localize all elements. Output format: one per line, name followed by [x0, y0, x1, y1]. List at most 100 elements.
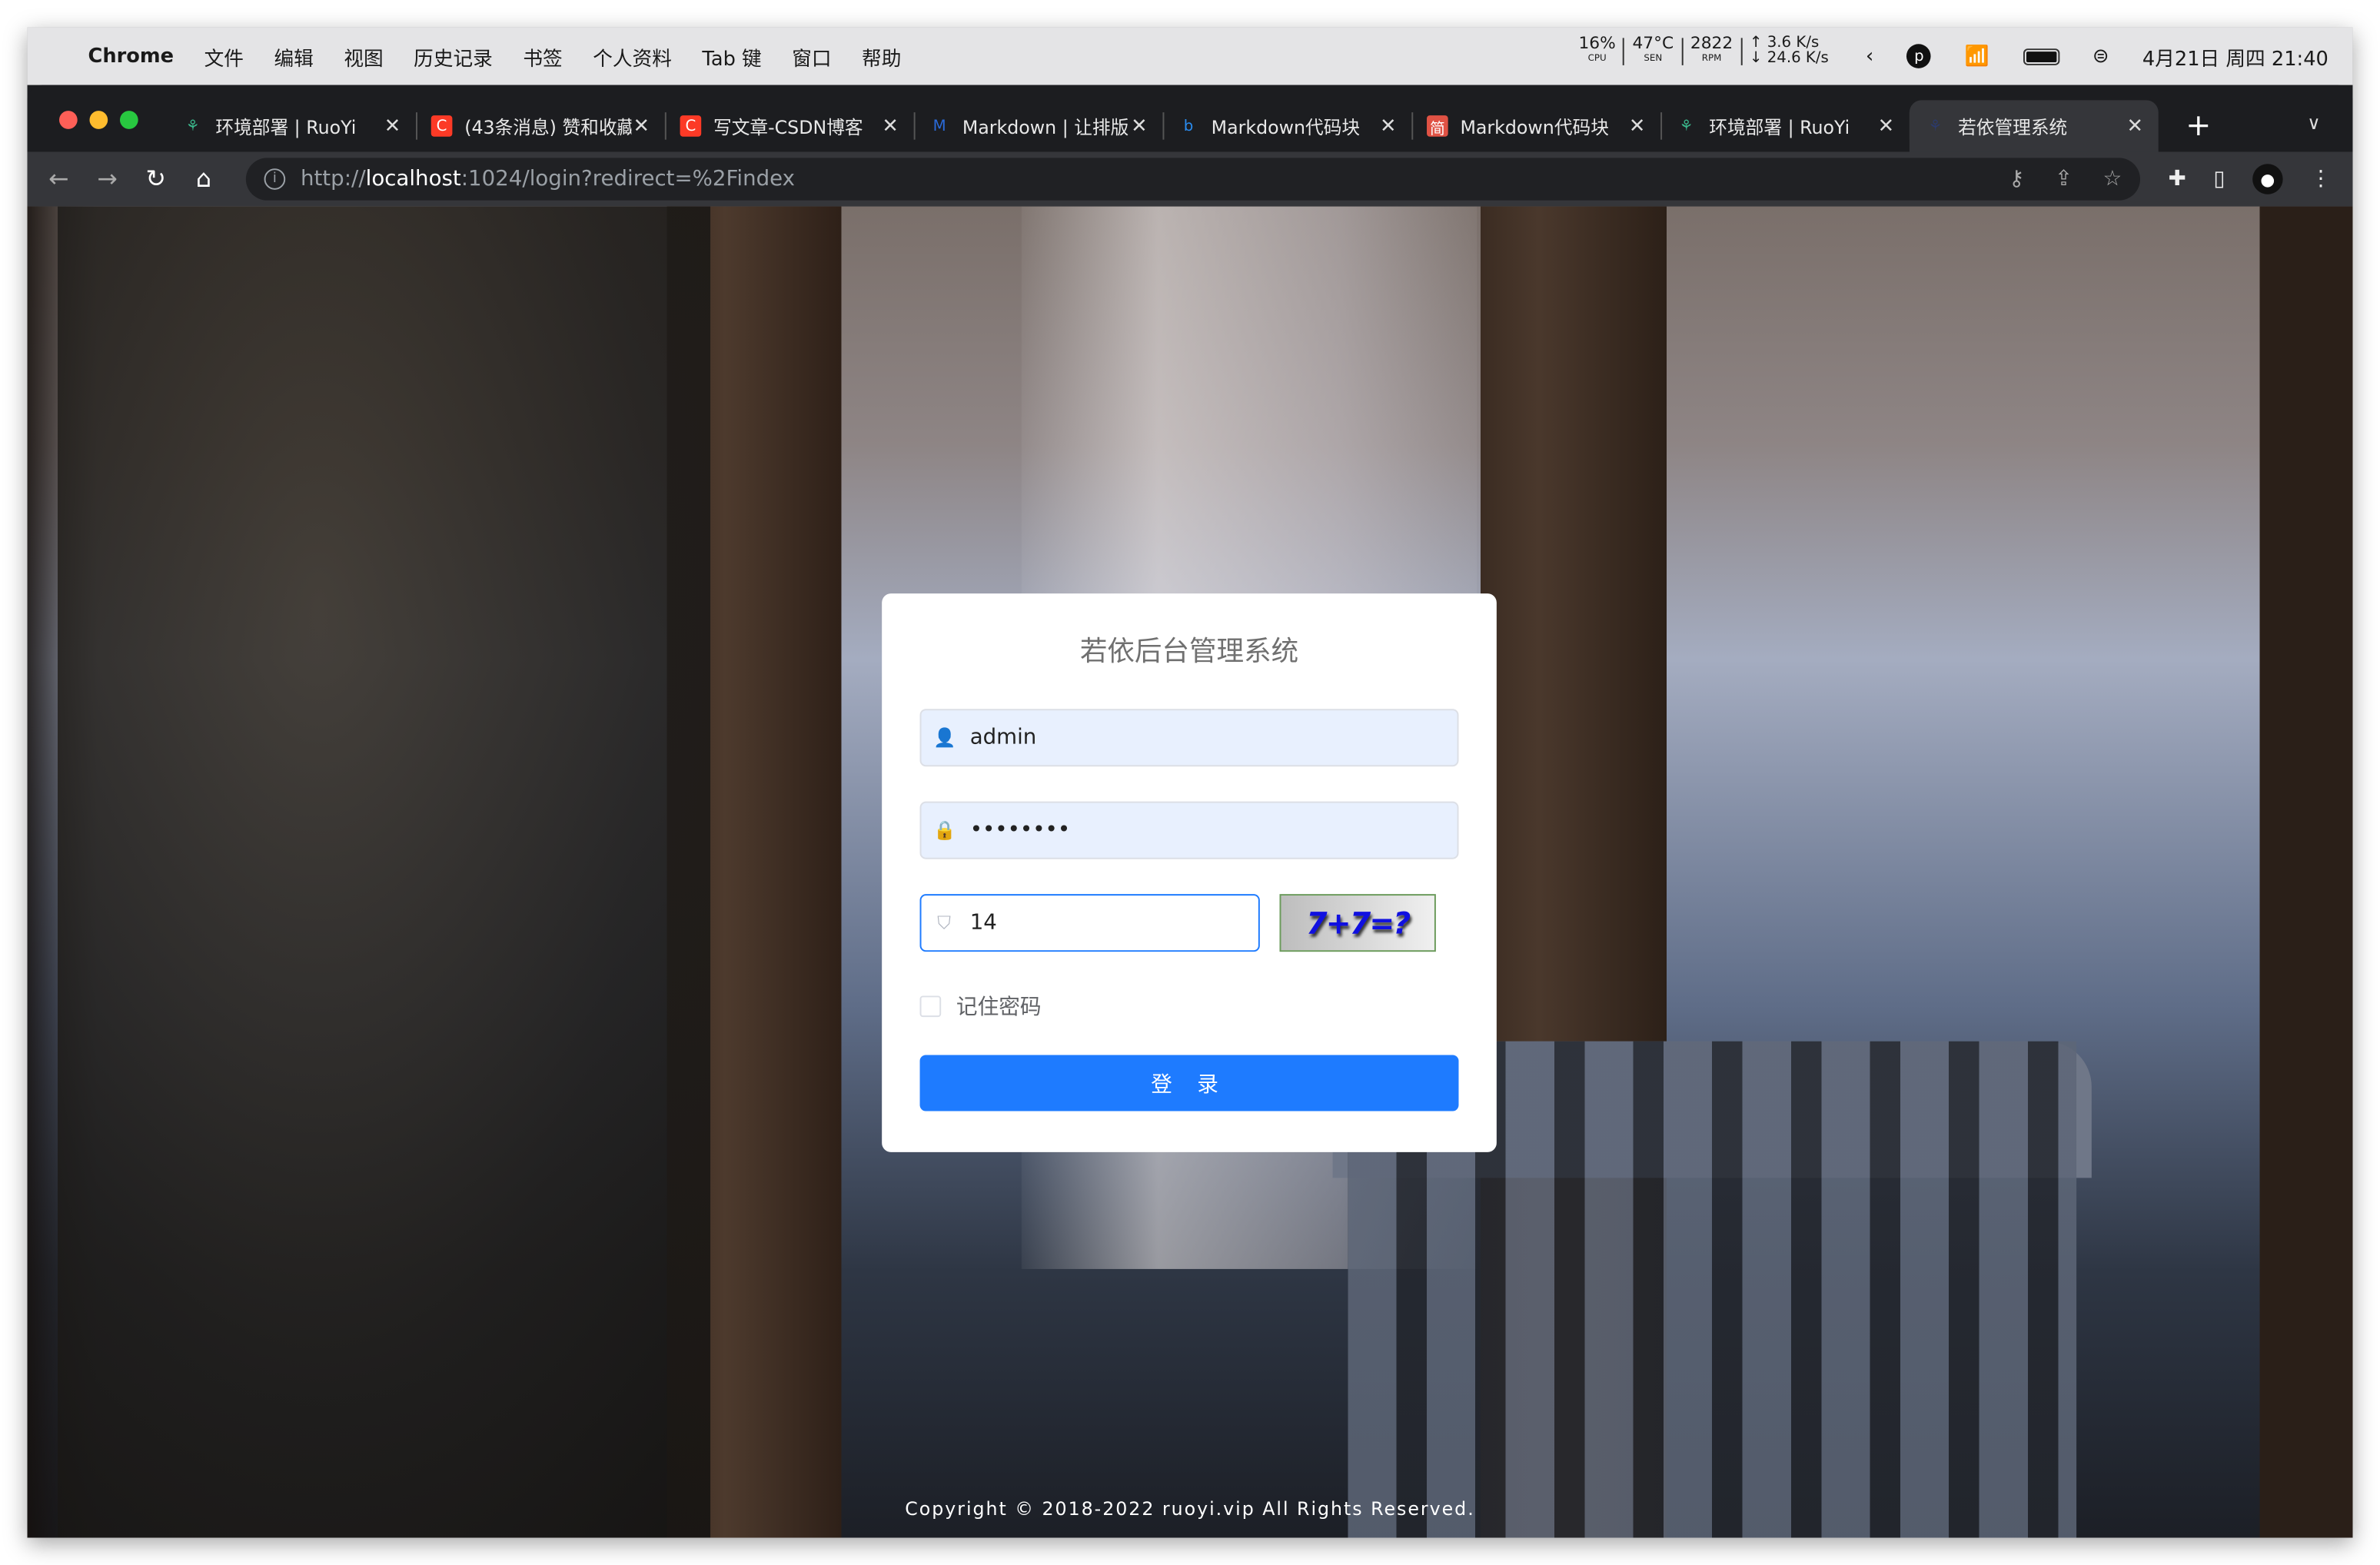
- wifi-icon[interactable]: 📶: [1965, 45, 1989, 68]
- tab-6[interactable]: ⚘ 环境部署 | RuoYi ✕: [1660, 100, 1911, 151]
- cpu-value: 16%: [1578, 33, 1616, 54]
- site-info-icon[interactable]: i: [264, 168, 286, 190]
- menu-tab[interactable]: Tab 键: [702, 42, 761, 71]
- tab-title: Markdown | 让排版: [962, 116, 1129, 138]
- login-page: 若依后台管理系统 👤 admin 🔒 •••••••• ⛉ 14 7+7=? 记住密码…: [27, 206, 2353, 1538]
- home-button[interactable]: ⌂: [196, 164, 211, 193]
- remember-label: 记住密码: [956, 995, 1042, 1021]
- net-down: ↓ 24.6 K/s: [1749, 50, 1829, 67]
- url-host: localhost: [365, 167, 461, 191]
- remember-password[interactable]: 记住密码: [919, 992, 1042, 1022]
- captcha-image[interactable]: 7+7=?: [1279, 894, 1436, 952]
- menu-window[interactable]: 窗口: [792, 42, 831, 71]
- more-menu-icon[interactable]: ⋮: [2310, 167, 2332, 191]
- menu-help[interactable]: 帮助: [862, 42, 901, 71]
- divider: [1740, 38, 1743, 65]
- menu-view[interactable]: 视图: [344, 42, 383, 71]
- login-button[interactable]: 登 录: [919, 1055, 1459, 1111]
- tab-1[interactable]: C (43条消息) 赞和收藏 ✕: [416, 100, 666, 151]
- star-icon[interactable]: ☆: [2103, 167, 2122, 191]
- user-icon: 👤: [933, 726, 956, 749]
- captcha-input[interactable]: ⛉ 14: [919, 894, 1260, 952]
- password-input[interactable]: 🔒 ••••••••: [919, 801, 1459, 859]
- password-value: ••••••••: [969, 818, 1071, 843]
- ruoyi-leaf-icon: ⚘: [185, 118, 200, 135]
- tab-title: Markdown代码块: [1460, 116, 1609, 138]
- close-tab-icon[interactable]: ✕: [1131, 115, 1148, 138]
- tab-title: 若依管理系统: [1958, 116, 2068, 138]
- tab-7[interactable]: ⚘ 若依管理系统 ✕: [1909, 100, 2159, 152]
- tab-2[interactable]: C 写文章-CSDN博客 ✕: [665, 100, 916, 151]
- menu-app-chrome[interactable]: Chrome: [88, 45, 175, 68]
- username-input[interactable]: 👤 admin: [919, 709, 1459, 767]
- shield-check-icon: ⛉: [937, 911, 952, 933]
- menu-history[interactable]: 历史记录: [414, 42, 493, 71]
- menu-edit[interactable]: 编辑: [274, 42, 313, 71]
- login-form: 若依后台管理系统 👤 admin 🔒 •••••••• ⛉ 14 7+7=? 记住密码…: [882, 593, 1497, 1152]
- tab-5[interactable]: 简 Markdown代码块 ✕: [1411, 100, 1663, 151]
- tab-strip: ⚘ 环境部署 | RuoYi ✕ C (43条消息) 赞和收藏 ✕ C 写文章-CSDN博客 ✕…: [27, 85, 2353, 152]
- clock[interactable]: 4月21日 周四 21:40: [2142, 42, 2328, 71]
- menu-bookmarks[interactable]: 书签: [523, 42, 562, 71]
- control-center-icon[interactable]: ⊜: [2092, 45, 2109, 68]
- menu-profiles[interactable]: 个人资料: [593, 42, 672, 71]
- tab-title: 环境部署 | RuoYi: [1709, 116, 1850, 138]
- side-panel-icon[interactable]: ▯: [2213, 167, 2225, 191]
- captcha-value: 14: [969, 910, 997, 935]
- tab-3[interactable]: M Markdown | 让排版 ✕: [914, 100, 1165, 151]
- login-title: 若依后台管理系统: [1079, 636, 1299, 668]
- tab-0[interactable]: ⚘ 环境部署 | RuoYi ✕: [167, 100, 417, 151]
- divider: [1681, 38, 1683, 65]
- new-tab-button[interactable]: +: [2186, 106, 2211, 142]
- tab-4[interactable]: b Markdown代码块 ✕: [1162, 100, 1414, 151]
- back-button[interactable]: ←: [48, 164, 68, 193]
- close-window-button[interactable]: [59, 111, 78, 129]
- menu-file[interactable]: 文件: [204, 42, 244, 71]
- username-value: admin: [969, 725, 1037, 750]
- share-icon[interactable]: ⇪: [2055, 167, 2073, 191]
- csdn-c-icon: C: [430, 115, 453, 137]
- ruoyi-leaf-icon: ⚘: [1679, 118, 1694, 135]
- key-icon[interactable]: ⚷: [2009, 167, 2024, 191]
- forward-button[interactable]: →: [97, 164, 117, 193]
- tab-title: 环境部署 | RuoYi: [215, 116, 357, 138]
- chevron-left-icon[interactable]: ‹: [1866, 45, 1873, 68]
- temp-label: SEN: [1644, 53, 1663, 64]
- network-stat: ↑ 3.6 K/s ↓ 24.6 K/s: [1749, 35, 1829, 67]
- close-tab-icon[interactable]: ✕: [1878, 115, 1895, 138]
- extensions-icon[interactable]: ✚: [2169, 167, 2186, 191]
- fan-label: RPM: [1701, 53, 1722, 64]
- address-bar[interactable]: i http://localhost:1024/login?redirect=%…: [245, 158, 2141, 201]
- background-image: [58, 206, 711, 1538]
- close-tab-icon[interactable]: ✕: [633, 115, 650, 138]
- system-stats[interactable]: 16% CPU 47°C SEN 2822 RPM ↑ 3.6 K/s ↓ 24.6 K…: [1578, 33, 1829, 67]
- close-tab-icon[interactable]: ✕: [2126, 115, 2143, 138]
- copyright-footer: Copyright © 2018-2022 ruoyi.vip All Righ…: [905, 1498, 1475, 1520]
- url-scheme: http://: [300, 167, 366, 191]
- remember-checkbox[interactable]: [919, 995, 942, 1018]
- csdn-c-icon: C: [680, 115, 702, 137]
- tab-search-chevron-icon[interactable]: ∨: [2307, 112, 2320, 134]
- jianshu-icon: 简: [1427, 115, 1448, 138]
- battery-icon[interactable]: [2023, 48, 2059, 65]
- window-controls: [59, 111, 138, 129]
- close-tab-icon[interactable]: ✕: [882, 115, 899, 138]
- markdown-m-icon: M: [932, 118, 946, 135]
- ruoyi-leaf-icon: ⚘: [1928, 118, 1943, 135]
- mac-menubar: Chrome 文件 编辑 视图 历史记录 书签 个人资料 Tab 键 窗口 帮助…: [27, 27, 2353, 85]
- temp-stat: 47°C SEN: [1632, 35, 1674, 66]
- minimize-window-button[interactable]: [89, 111, 108, 129]
- close-tab-icon[interactable]: ✕: [1629, 115, 1646, 138]
- fan-value: 2822: [1690, 33, 1733, 54]
- profile-avatar-icon[interactable]: ●: [2252, 164, 2283, 194]
- close-tab-icon[interactable]: ✕: [384, 115, 401, 138]
- divider: [1623, 38, 1625, 65]
- close-tab-icon[interactable]: ✕: [1380, 115, 1397, 138]
- zoom-window-button[interactable]: [119, 111, 138, 129]
- tab-title: (43条消息) 赞和收藏: [464, 116, 632, 138]
- cpu-label: CPU: [1587, 53, 1607, 64]
- cpu-stat: 16% CPU: [1578, 33, 1616, 66]
- profile-icon[interactable]: p: [1906, 44, 1932, 68]
- reload-button[interactable]: ↻: [146, 164, 166, 193]
- url-path: :1024/login?redirect=%2Findex: [460, 167, 796, 191]
